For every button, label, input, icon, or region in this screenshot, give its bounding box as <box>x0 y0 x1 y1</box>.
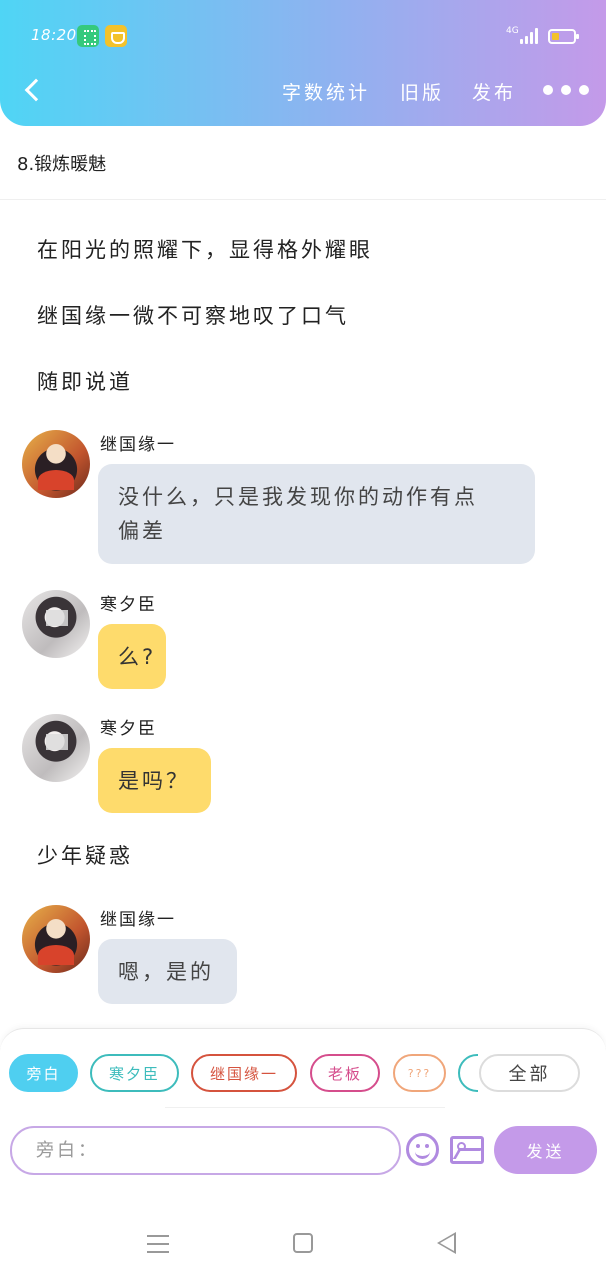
avatar[interactable] <box>22 714 90 782</box>
word-count-button[interactable]: 字数统计 <box>282 78 370 105</box>
message-bubble[interactable]: 么? <box>98 624 166 689</box>
speaker-name: 寒夕臣 <box>100 719 157 739</box>
network-type: 4G <box>506 26 519 36</box>
message-text: 没什么，只是我发现你的动作有点 <box>118 485 478 509</box>
notification-app-icon <box>77 25 99 47</box>
character-chip-hanxichen[interactable]: 寒夕臣 <box>90 1054 179 1092</box>
avatar[interactable] <box>22 590 90 658</box>
narration-line[interactable]: 继国缘一微不可察地叹了口气 <box>37 300 349 330</box>
battery-icon <box>548 29 579 44</box>
back-button[interactable] <box>18 74 50 106</box>
chapter-title[interactable]: 8.锻炼暖魅 <box>17 150 106 176</box>
message-text: 是吗？ <box>118 769 190 793</box>
divider <box>165 1107 445 1108</box>
divider <box>0 199 606 200</box>
speaker-name: 继国缘一 <box>100 435 176 455</box>
speaker-name: 寒夕臣 <box>100 595 157 615</box>
home-icon[interactable] <box>293 1233 313 1253</box>
message-input[interactable] <box>10 1126 401 1175</box>
back-triangle-icon[interactable] <box>437 1232 456 1254</box>
message-bubble[interactable]: 是吗？ <box>98 748 211 813</box>
message-text: 偏差 <box>118 519 166 543</box>
speaker-name: 继国缘一 <box>100 910 176 930</box>
character-chip-unknown[interactable]: ??? <box>393 1054 446 1092</box>
message-bubble[interactable]: 没什么，只是我发现你的动作有点 偏差 <box>98 464 535 564</box>
more-dots-icon[interactable] <box>540 80 590 100</box>
status-time: 18:20 <box>31 26 77 44</box>
narration-line[interactable]: 少年疑惑 <box>37 840 133 870</box>
all-characters-button[interactable]: 全部 <box>479 1054 580 1092</box>
old-version-button[interactable]: 旧版 <box>400 78 444 105</box>
message-text: 么? <box>118 645 157 669</box>
message-text: 嗯，是的 <box>118 960 214 984</box>
character-chip-partial[interactable] <box>458 1054 478 1092</box>
signal-icon <box>520 28 538 44</box>
send-button[interactable]: 发送 <box>494 1126 597 1174</box>
character-chip-narrator[interactable]: 旁白 <box>9 1054 78 1092</box>
avatar[interactable] <box>22 430 90 498</box>
menu-icon[interactable] <box>147 1235 169 1253</box>
character-chip-boss[interactable]: 老板 <box>310 1054 380 1092</box>
smiley-icon[interactable] <box>406 1133 439 1166</box>
status-bar: 18:20 4G <box>0 0 606 70</box>
system-navigation-bar <box>0 1176 606 1280</box>
image-icon[interactable] <box>450 1136 484 1164</box>
publish-button[interactable]: 发布 <box>472 78 516 105</box>
notification-app-icon <box>105 25 127 47</box>
character-selector: 旁白 寒夕臣 继国缘一 老板 ??? <box>0 1054 478 1094</box>
narration-line[interactable]: 在阳光的照耀下，显得格外耀眼 <box>37 234 373 264</box>
message-bubble[interactable]: 嗯，是的 <box>98 939 237 1004</box>
app-header: 18:20 4G 字数统计 旧版 发布 <box>0 0 606 126</box>
avatar[interactable] <box>22 905 90 973</box>
narration-line[interactable]: 随即说道 <box>37 366 133 396</box>
character-chip-jiguo-yoriichi[interactable]: 继国缘一 <box>191 1054 297 1092</box>
